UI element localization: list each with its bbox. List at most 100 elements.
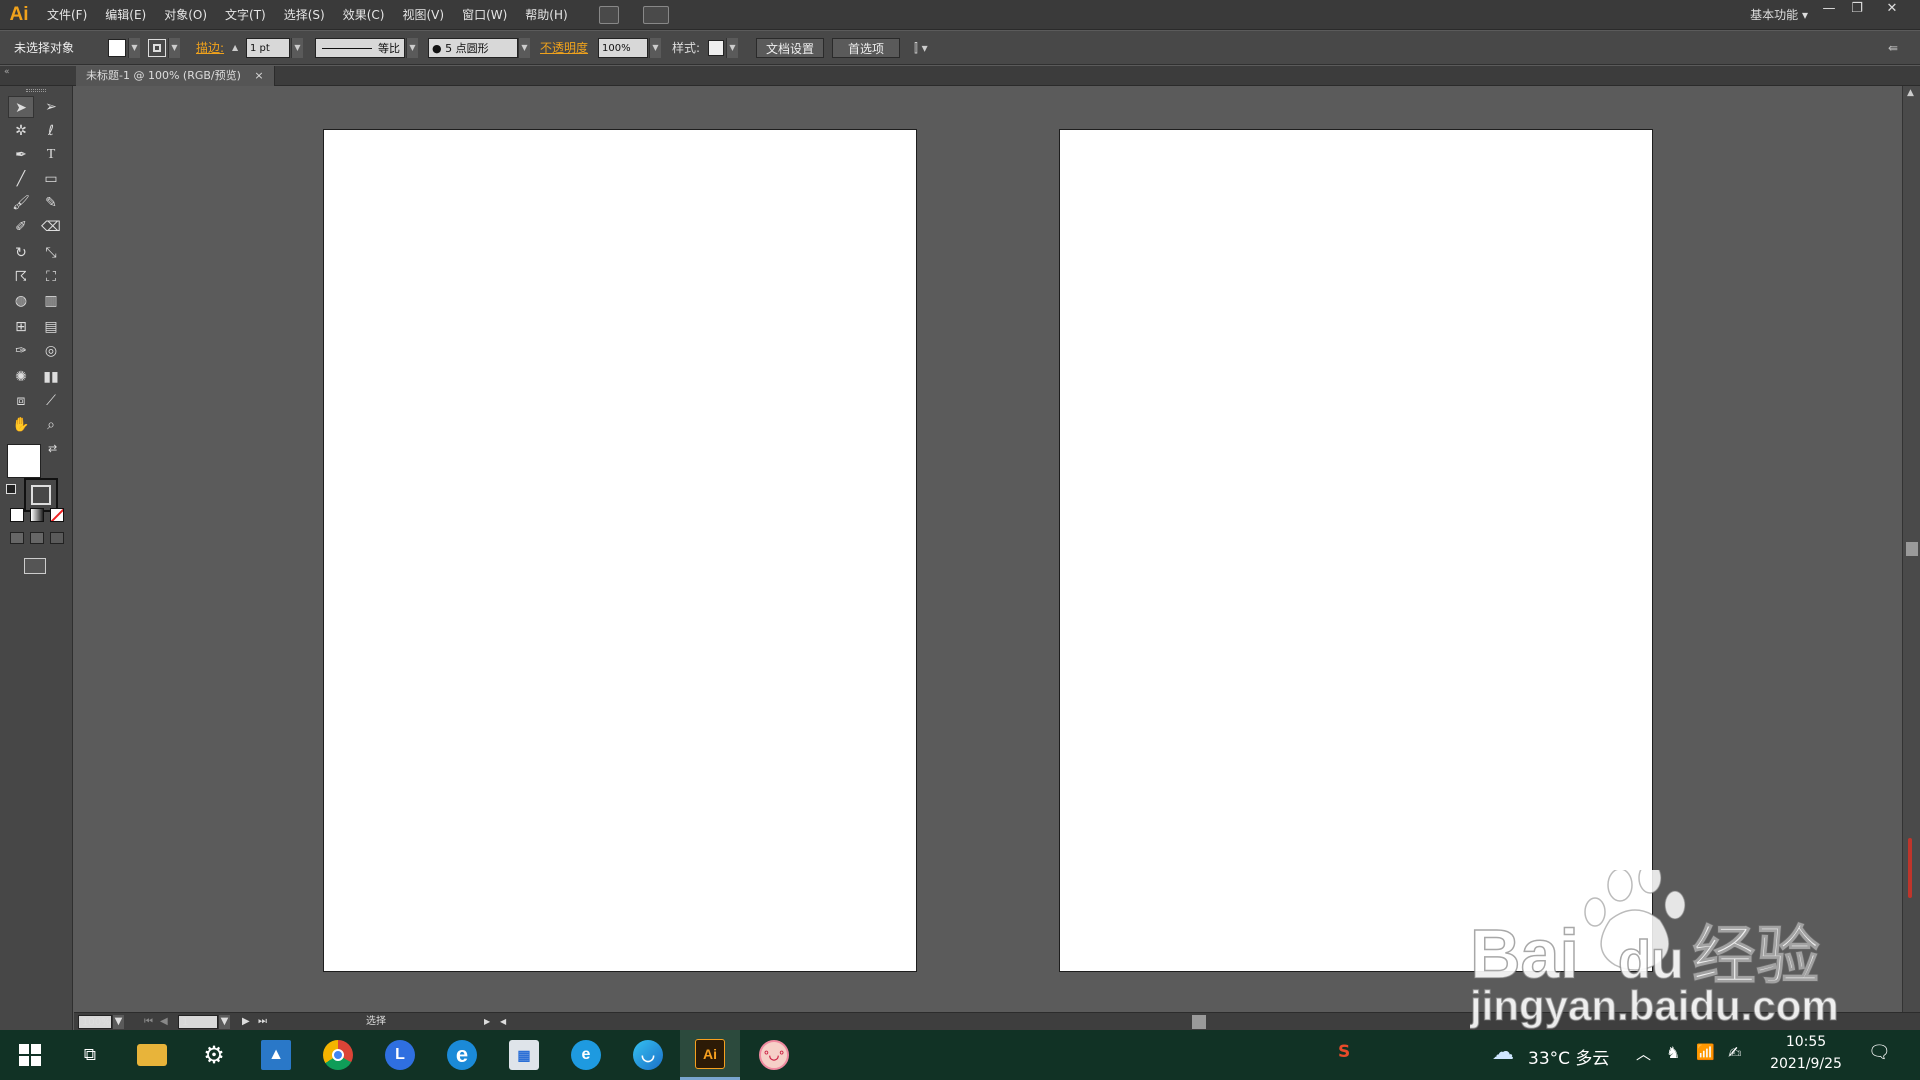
draw-behind-icon[interactable] [30,532,44,544]
clock-date[interactable]: 2021/9/25 [1768,1056,1844,1072]
toolbox-grip[interactable] [26,89,46,92]
brush-dropdown[interactable]: ▼ [518,38,530,58]
eraser-tool-icon[interactable]: ⌫ [38,216,64,238]
stroke-color-box[interactable] [24,478,58,512]
chevron-up-icon[interactable]: ︿ [1636,1043,1651,1064]
clock-time[interactable]: 10:55 [1768,1034,1844,1050]
stroke-stepper[interactable]: ▲ [232,38,244,58]
blob-brush-tool-icon[interactable]: ✐ [8,216,34,238]
taskbar-edge[interactable]: ◡ [618,1030,678,1080]
vertical-scroll-thumb[interactable] [1906,542,1918,556]
column-graph-tool-icon[interactable]: ▮▮ [38,366,64,388]
default-colors-icon[interactable] [6,484,16,494]
line-tool-icon[interactable]: ╱ [8,168,34,190]
menu-edit[interactable]: 编辑(E) [96,0,155,30]
taskbar-chrome[interactable] [308,1030,368,1080]
zoom-tool-icon[interactable]: ⌕ [38,414,64,436]
paintbrush-tool-icon[interactable]: 🖌 [8,192,34,214]
menu-file[interactable]: 文件(F) [38,0,96,30]
gradient-tool-icon[interactable]: ▤ [38,316,64,338]
canvas-area[interactable] [74,86,1902,1012]
artboard-1[interactable] [323,129,917,972]
menu-view[interactable]: 视图(V) [393,0,453,30]
warp-tool-icon[interactable]: ☈ [8,266,34,288]
blend-tool-icon[interactable]: ◎ [38,340,64,362]
task-view-button[interactable]: ⧉ [60,1030,120,1080]
first-artboard-icon[interactable]: ⏮ [144,1015,153,1029]
stroke-weight-field[interactable]: 1 pt [246,38,290,58]
vertical-scrollbar[interactable]: ▲ [1902,86,1920,1012]
artboard-dropdown[interactable]: ▼ [218,1015,230,1029]
taskbar-face-app[interactable]: °◡° [744,1030,804,1080]
rotate-tool-icon[interactable]: ↻ [8,242,34,264]
arrange-documents-icon[interactable] [642,5,669,24]
taskbar-settings[interactable]: ⚙ [184,1030,244,1080]
sogou-input-icon[interactable]: S [1338,1042,1350,1062]
menu-window[interactable]: 窗口(W) [453,0,516,30]
taskbar-illustrator[interactable]: Ai [680,1030,740,1080]
document-setup-button[interactable]: 文档设置 [756,38,824,58]
hand-tool-icon[interactable]: ✋ [8,414,34,436]
swap-colors-icon[interactable]: ⇄ [48,442,57,455]
panel-menu-icon[interactable]: ⇚ [1888,38,1898,58]
opacity-label[interactable]: 不透明度 [540,38,588,58]
style-dropdown[interactable]: ▼ [726,38,738,58]
next-artboard-icon[interactable]: ▶ [242,1015,250,1029]
start-button[interactable] [0,1030,60,1080]
magic-wand-tool-icon[interactable]: ✲ [8,120,34,142]
brush-definition[interactable]: ● 5 点圆形 [428,38,518,58]
preferences-button[interactable]: 首选项 [832,38,900,58]
none-mode-icon[interactable] [50,508,64,522]
free-transform-tool-icon[interactable]: ⛶ [38,266,64,288]
color-mode-icon[interactable] [10,508,24,522]
restore-icon[interactable]: ❐ [1843,0,1871,20]
lasso-tool-icon[interactable]: ℓ [38,120,64,142]
slice-tool-icon[interactable]: ⟋ [38,390,64,412]
last-artboard-icon[interactable]: ⏭ [258,1015,267,1029]
taskbar-l-app[interactable]: L [370,1030,430,1080]
scale-tool-icon[interactable]: ⤡ [38,242,64,264]
pen-input-icon[interactable]: ✍ [1728,1043,1741,1062]
stroke-label[interactable]: 描边: [196,38,224,58]
pencil-tool-icon[interactable]: ✎ [38,192,64,214]
direct-selection-tool-icon[interactable]: ➢ [38,96,64,118]
horizontal-scroll-thumb[interactable] [1192,1015,1206,1029]
draw-normal-icon[interactable] [10,532,24,544]
scroll-left-icon[interactable]: ◀ [500,1015,506,1029]
taskbar-store[interactable]: ▦ [494,1030,554,1080]
close-icon[interactable]: ✕ [1878,0,1906,20]
rectangle-tool-icon[interactable]: ▭ [38,168,64,190]
align-options-icon[interactable]: ⫿ ▾ [914,38,928,58]
notification-center-icon[interactable]: 🗨 [1868,1042,1891,1063]
qq-icon[interactable]: ♞ [1666,1043,1680,1062]
menu-select[interactable]: 选择(S) [275,0,334,30]
bridge-icon[interactable] [598,5,619,24]
shape-builder-tool-icon[interactable]: ◍ [8,290,34,312]
draw-inside-icon[interactable] [50,532,64,544]
fill-dropdown[interactable]: ▼ [128,38,140,58]
workspace-switcher[interactable]: 基本功能 ▾ [1750,0,1808,30]
artboard-2[interactable] [1059,129,1653,972]
taskbar-photos[interactable]: ▲ [246,1030,306,1080]
profile-dropdown[interactable]: ▼ [406,38,418,58]
menu-help[interactable]: 帮助(H) [516,0,576,30]
graphic-style-swatch[interactable] [708,40,724,56]
menu-effect[interactable]: 效果(C) [334,0,394,30]
fill-swatch[interactable] [108,39,126,57]
menu-object[interactable]: 对象(O) [155,0,216,30]
stroke-dropdown[interactable]: ▼ [168,38,180,58]
taskbar-edge-legacy[interactable]: e [556,1030,616,1080]
wifi-icon[interactable]: 📶 [1696,1043,1715,1061]
artboard-number-field[interactable]: 1 [178,1015,218,1029]
variable-width-profile[interactable]: 等比 [315,38,405,58]
pen-tool-icon[interactable]: ✒ [8,144,34,166]
scroll-up-icon[interactable]: ▲ [1907,88,1914,98]
stroke-swatch[interactable] [148,39,166,57]
fill-color-box[interactable] [7,444,41,478]
type-tool-icon[interactable]: T [38,144,64,166]
gradient-mode-icon[interactable] [30,508,44,522]
menu-type[interactable]: 文字(T) [216,0,275,30]
previous-artboard-icon[interactable]: ◀ [160,1015,168,1029]
eyedropper-tool-icon[interactable]: ✑ [8,340,34,362]
taskbar-file-explorer[interactable] [122,1030,182,1080]
